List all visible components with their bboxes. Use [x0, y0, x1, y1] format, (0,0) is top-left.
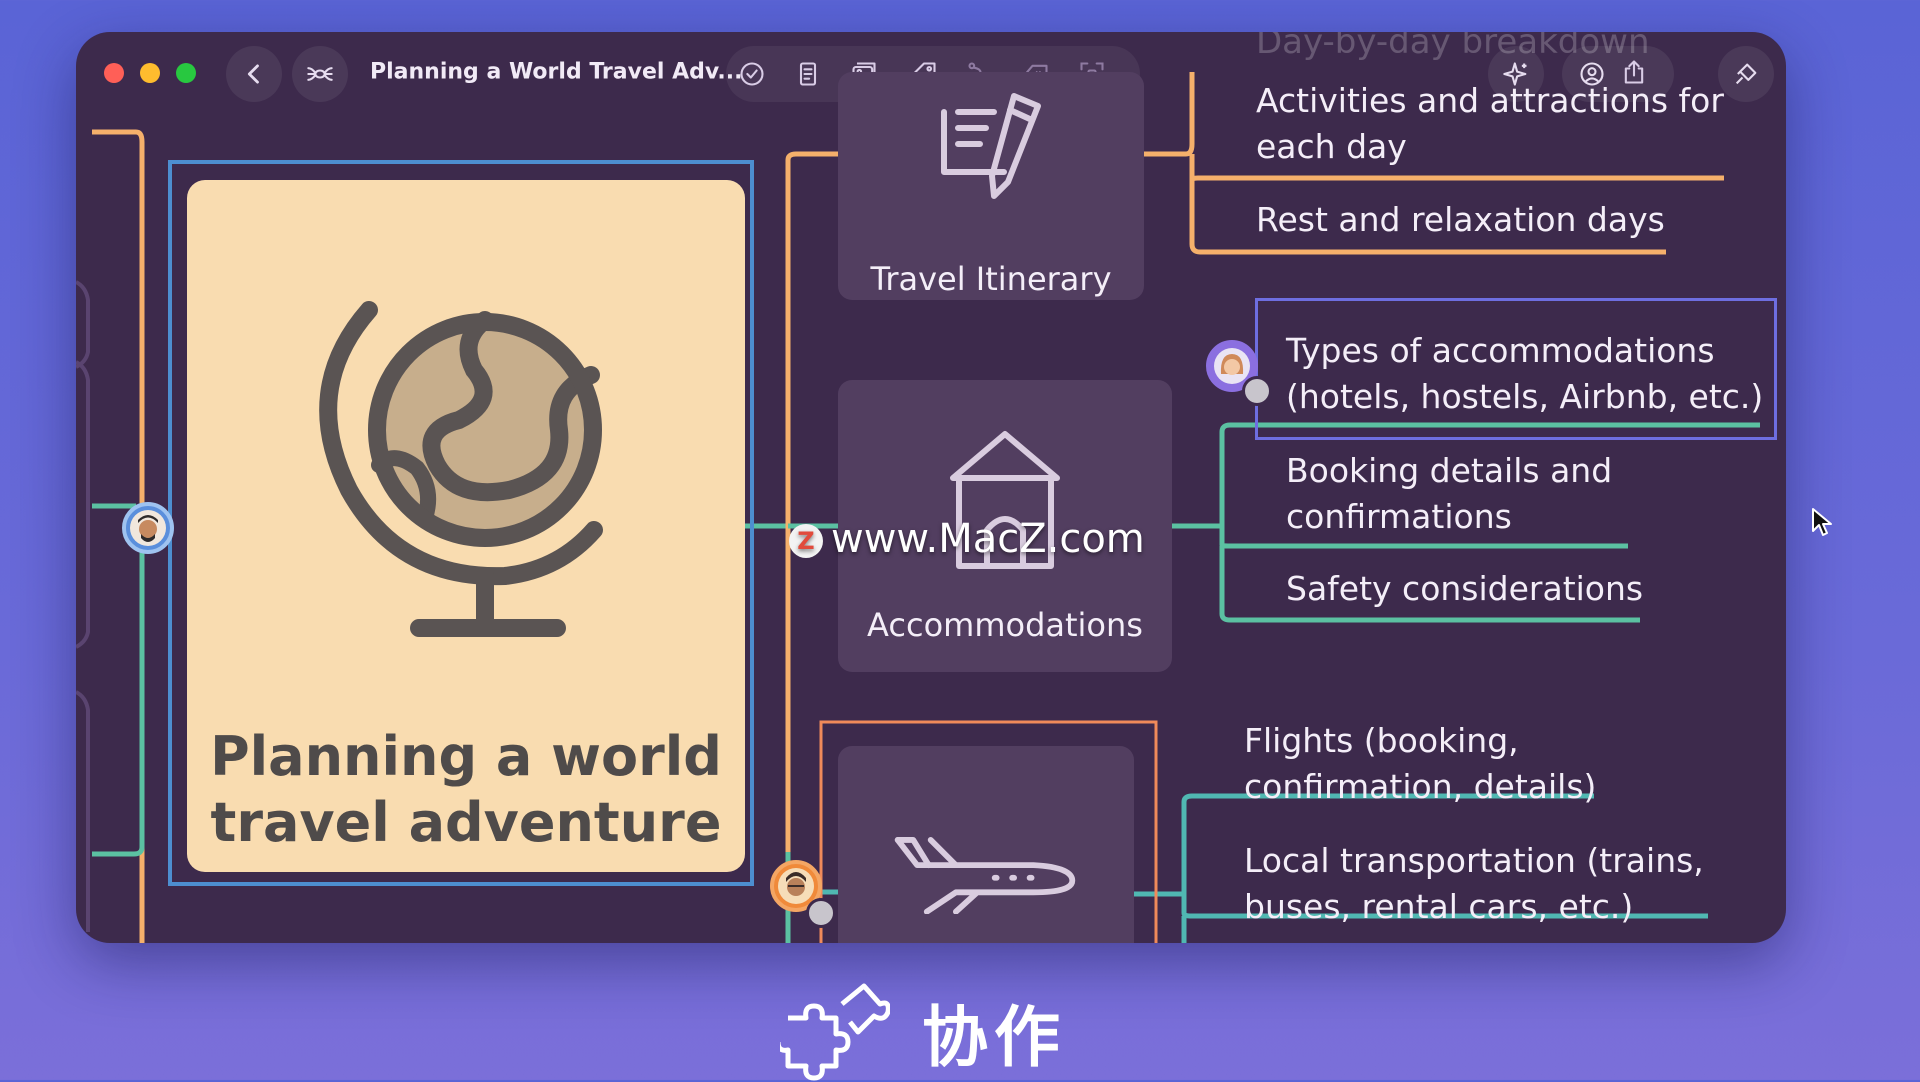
paintbrush-icon — [1735, 63, 1757, 85]
subtopic-activities[interactable]: Activities and attractions for each day — [1256, 78, 1724, 170]
back-button[interactable] — [226, 46, 282, 102]
puzzle-icon — [780, 983, 890, 1081]
edit-badge-icon — [806, 898, 836, 928]
topic-label: Accommodations — [867, 606, 1143, 644]
person-avatar-icon — [130, 510, 166, 546]
central-topic[interactable]: Planning a world travel adventure — [187, 180, 745, 872]
subtopic-booking-details[interactable]: Booking details and confirmations — [1286, 448, 1612, 540]
format-button[interactable] — [1718, 46, 1774, 102]
document-pen-icon — [941, 93, 1041, 199]
subtopic-rest-days[interactable]: Rest and relaxation days — [1256, 197, 1665, 243]
outline-button[interactable] — [292, 46, 348, 102]
app-window: Planning a World Travel Adv... Day-by-da… — [76, 32, 1786, 943]
faded-subtopic-text: Day-by-day breakdown — [1256, 32, 1650, 62]
edit-badge-icon — [1242, 376, 1272, 406]
subtopic-accommodation-types[interactable]: Types of accommodations (hotels, hostels,… — [1286, 328, 1763, 420]
central-topic-title: Planning a world travel adventure — [210, 725, 722, 854]
note-button[interactable] — [790, 56, 826, 92]
collaborator-avatar-blue[interactable] — [122, 502, 174, 554]
feature-caption: 协作 — [780, 982, 1066, 1082]
person-avatar-icon — [778, 868, 814, 904]
close-window-button[interactable] — [104, 63, 124, 83]
watermark-text: www.MacZ.com — [831, 516, 1145, 562]
subtopic-flights[interactable]: Flights (booking, confirmation, details) — [1244, 718, 1596, 810]
watermark: Zwww.MacZ.com — [789, 516, 1145, 564]
topic-label: Travel Itinerary — [870, 260, 1112, 298]
caption-text: 协作 — [922, 999, 1066, 1076]
subtopic-local-transport[interactable]: Local transportation (trains, buses, rent… — [1244, 838, 1704, 930]
mouse-cursor-icon — [1812, 508, 1832, 536]
document-title: Planning a World Travel Adv... — [370, 59, 743, 85]
checkmark-circle-icon — [740, 62, 764, 86]
task-button[interactable] — [734, 56, 770, 92]
airplane-icon — [894, 837, 1076, 914]
note-icon — [799, 62, 817, 86]
topic-travel-itinerary[interactable]: Travel Itinerary — [838, 72, 1144, 300]
watermark-logo: Z — [789, 524, 823, 558]
chevron-left-icon — [247, 64, 259, 84]
minimize-window-button[interactable] — [140, 63, 160, 83]
globe-icon — [319, 301, 603, 637]
mindmap-structure-icon — [307, 67, 333, 81]
subtopic-safety[interactable]: Safety considerations — [1286, 566, 1643, 612]
zoom-window-button[interactable] — [176, 63, 196, 83]
topic-transportation[interactable] — [838, 746, 1134, 943]
